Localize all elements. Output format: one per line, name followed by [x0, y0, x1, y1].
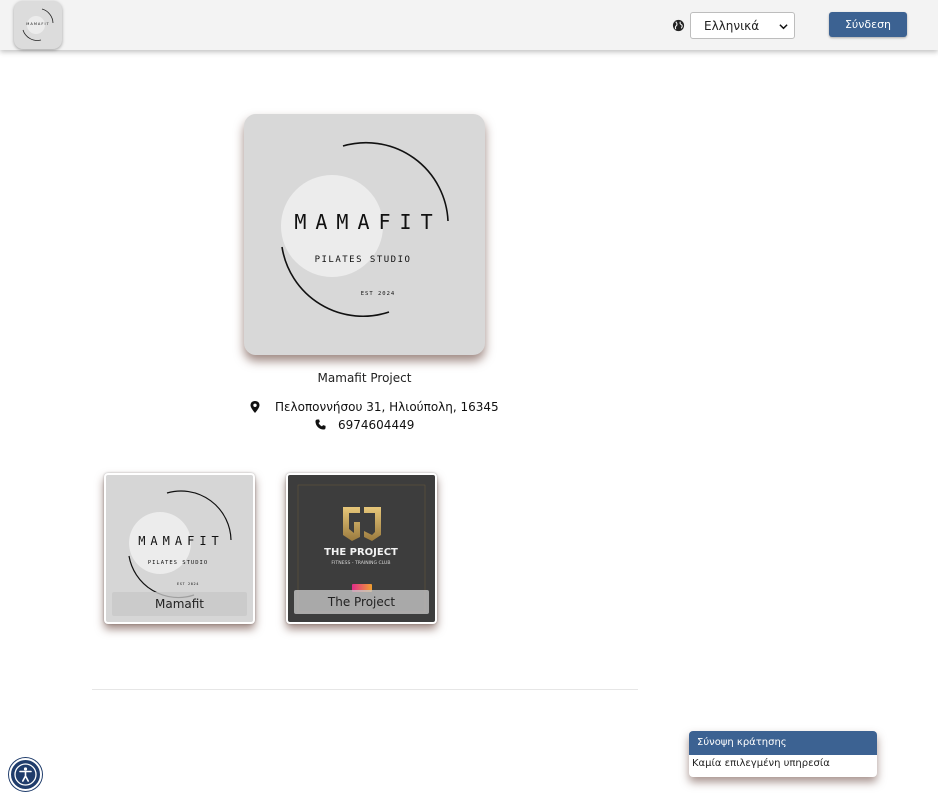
- phone-icon: [315, 419, 326, 430]
- svg-text:PILATES STUDIO: PILATES STUDIO: [148, 560, 208, 566]
- svg-text:MAMAFIT: MAMAFIT: [26, 22, 49, 26]
- booking-summary-panel[interactable]: Σύνοψη κράτησης Καμία επιλεγμένη υπηρεσί…: [689, 731, 877, 777]
- svg-text:MAMAFIT: MAMAFIT: [138, 534, 224, 548]
- address-text: Πελοποννήσου 31, Ηλιούπολη, 16345: [275, 400, 499, 414]
- svg-text:PILATES STUDIO: PILATES STUDIO: [315, 255, 412, 265]
- language-select[interactable]: Ελληνικά: [690, 12, 795, 39]
- accessibility-icon: [14, 763, 37, 786]
- language-select-value: Ελληνικά: [704, 19, 760, 33]
- svg-text:EST 2024: EST 2024: [361, 291, 396, 297]
- business-logo-graphic: MAMAFIT PILATES STUDIO EST 2024: [281, 141, 449, 317]
- business-name: Mamafit Project: [317, 371, 412, 385]
- map-pin-icon: [250, 401, 260, 413]
- business-logo: MAMAFIT PILATES STUDIO EST 2024: [244, 114, 485, 355]
- svg-text:MAMAFIT: MAMAFIT: [294, 210, 441, 234]
- phone-text: 6974604449: [338, 418, 415, 432]
- svg-text:EST 2024: EST 2024: [177, 582, 199, 586]
- brand-logo[interactable]: MAMAFIT: [14, 1, 62, 49]
- location-card-the-project[interactable]: THE PROJECT FITNESS - TRAINING CLUB The …: [286, 473, 437, 624]
- location-card-mamafit[interactable]: MAMAFIT PILATES STUDIO EST 2024 Mamafit: [104, 473, 255, 624]
- location-card-label: Mamafit: [112, 592, 247, 616]
- svg-text:THE PROJECT: THE PROJECT: [324, 547, 398, 558]
- globe-icon: [672, 19, 685, 32]
- location-card-label: The Project: [294, 590, 429, 614]
- booking-summary-title: Σύνοψη κράτησης: [689, 731, 877, 755]
- accessibility-button[interactable]: [9, 758, 42, 791]
- svg-text:FITNESS - TRAINING CLUB: FITNESS - TRAINING CLUB: [331, 560, 390, 566]
- login-button[interactable]: Σύνδεση: [829, 12, 907, 37]
- chevron-down-icon: [779, 24, 788, 30]
- section-divider: [92, 689, 638, 690]
- top-navbar: MAMAFIT Ελληνικά Σύνδεση: [0, 0, 938, 50]
- booking-summary-empty: Καμία επιλεγμένη υπηρεσία: [692, 758, 830, 769]
- brand-logo-graphic: MAMAFIT: [22, 8, 54, 41]
